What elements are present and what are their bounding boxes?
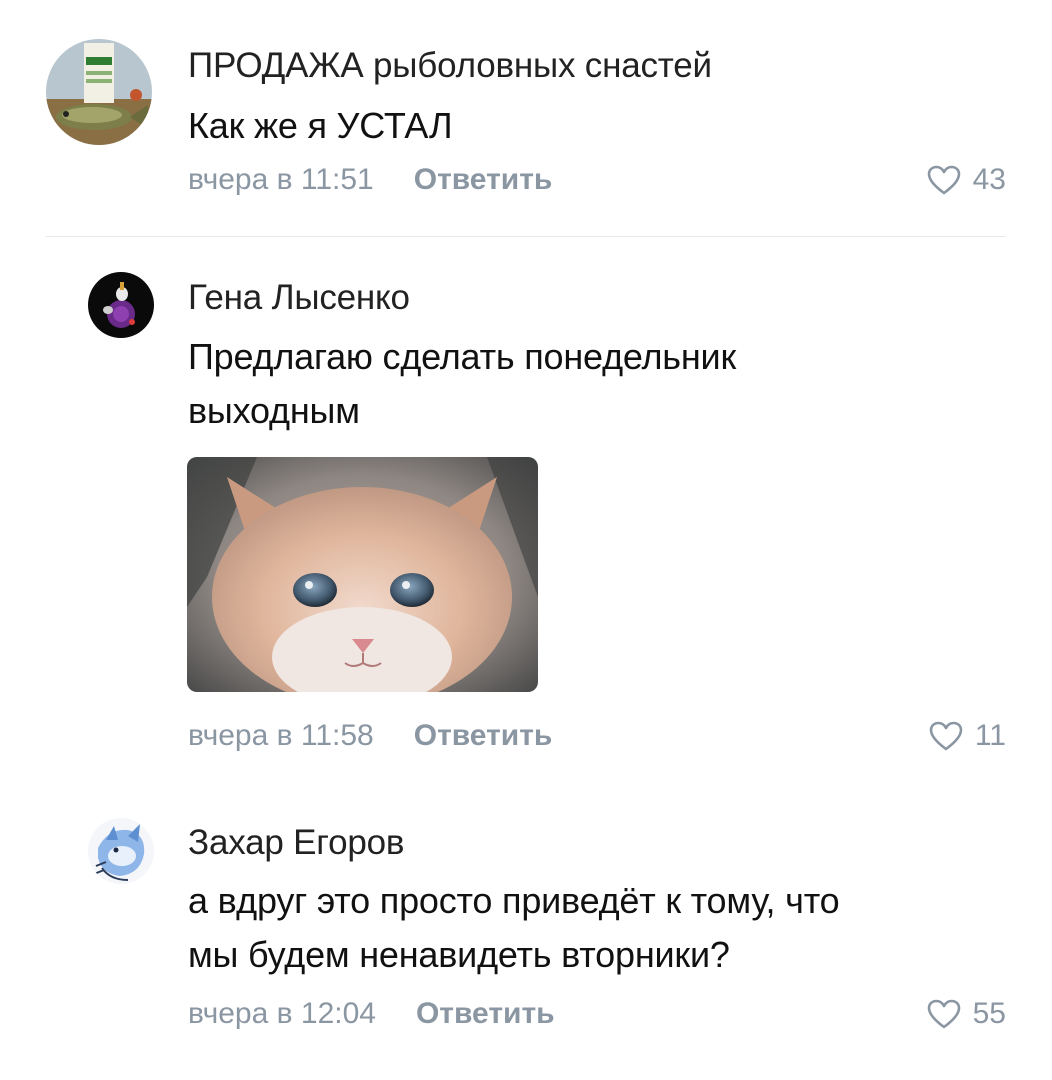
reply-button[interactable]: Ответить <box>414 719 553 753</box>
like-count: 11 <box>974 719 1006 752</box>
like-count: 55 <box>972 997 1006 1030</box>
divider <box>46 236 1006 237</box>
comment-text: а вдруг это просто приведёт к тому, что … <box>188 874 1018 982</box>
comment-meta: вчера в 11:58 Ответить <box>188 716 552 756</box>
avatar-fishing-shop[interactable] <box>46 39 152 145</box>
heart-outline-icon <box>927 999 960 1029</box>
heart-outline-icon <box>929 721 963 751</box>
comment-meta: вчера в 12:04 Ответить <box>188 994 555 1034</box>
like-button[interactable]: 55 <box>927 994 1006 1034</box>
comment-text: Предлагаю сделать понедельник выходным <box>188 330 1018 438</box>
comment-author[interactable]: Гена Лысенко <box>188 278 410 318</box>
comment-text-line: выходным <box>188 390 360 431</box>
comment-time: вчера в 12:04 <box>188 997 376 1030</box>
comment-text-line: мы будем ненавидеть вторники? <box>188 934 730 975</box>
comment-text: Как же я УСТАЛ <box>188 99 1018 153</box>
comment-text-line: Предлагаю сделать понедельник <box>188 336 736 377</box>
comment-author[interactable]: Захар Егоров <box>188 823 405 863</box>
comment-text-line: а вдруг это просто приведёт к тому, что <box>188 880 840 921</box>
like-button[interactable]: 43 <box>927 160 1006 200</box>
heart-outline-icon <box>927 165 960 195</box>
avatar-zakhar[interactable] <box>88 818 154 884</box>
comment-time: вчера в 11:51 <box>188 163 374 196</box>
like-button[interactable]: 11 <box>929 716 1006 756</box>
reply-button[interactable]: Ответить <box>416 997 555 1031</box>
avatar-gena[interactable] <box>88 272 154 338</box>
comment-meta: вчера в 11:51 Ответить <box>188 160 552 200</box>
comment-time: вчера в 11:58 <box>188 719 374 752</box>
comment-author[interactable]: ПРОДАЖА рыболовных снастей <box>188 46 712 86</box>
kitten-photo[interactable] <box>187 457 538 692</box>
reply-button[interactable]: Ответить <box>414 163 553 197</box>
comment-text-line: Как же я УСТАЛ <box>188 105 453 146</box>
like-count: 43 <box>972 163 1006 196</box>
